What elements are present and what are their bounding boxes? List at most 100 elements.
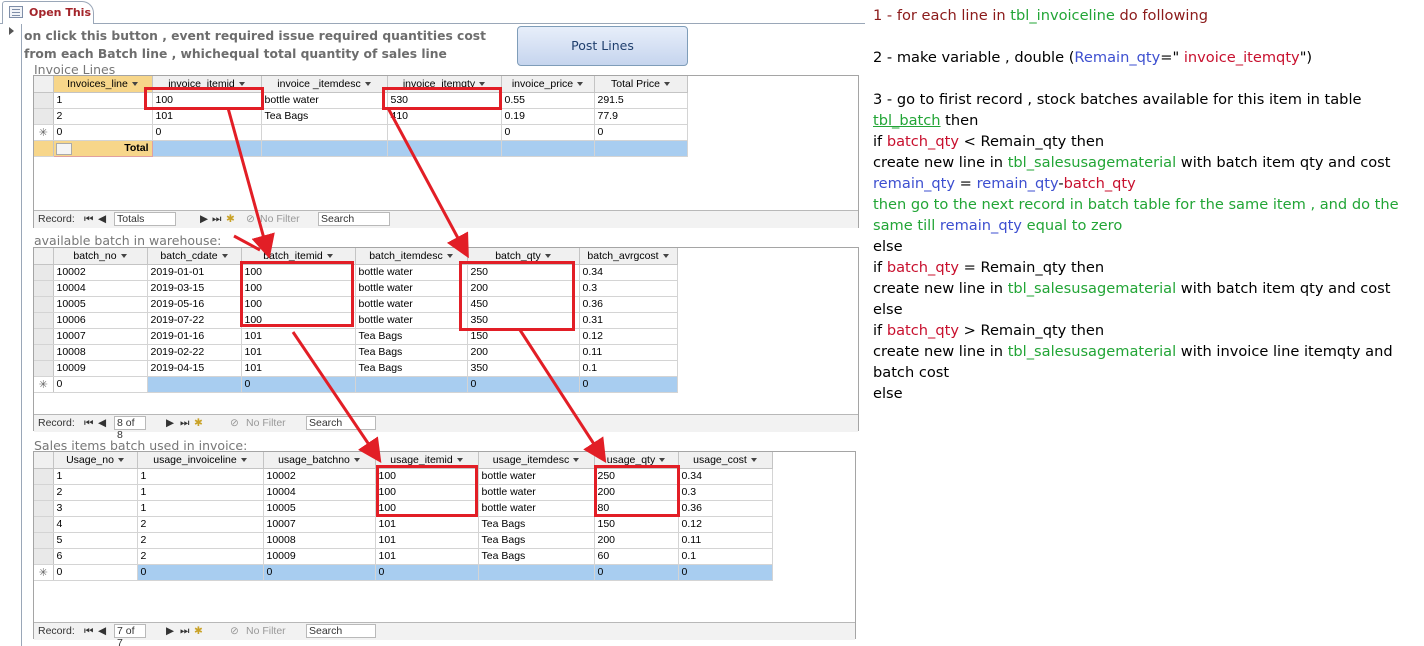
cell[interactable]: 10008 xyxy=(263,532,376,549)
new-record-nav-icon[interactable]: ✱ xyxy=(194,625,203,637)
new-record-nav-icon[interactable]: ✱ xyxy=(194,417,203,429)
cell[interactable]: 0.12 xyxy=(678,516,773,533)
cell[interactable]: 101 xyxy=(375,516,479,533)
cell[interactable]: 101 xyxy=(152,108,262,125)
cell[interactable]: 0.1 xyxy=(579,360,678,377)
table-row[interactable]: 1 100 bottle water 530 0.55 291.5 xyxy=(34,92,688,109)
column-header[interactable]: invoice _itemdesc xyxy=(261,76,388,93)
cell[interactable]: 2 xyxy=(137,548,264,565)
cell[interactable]: 0 xyxy=(678,564,773,581)
cell[interactable]: 1 xyxy=(137,468,264,485)
cell[interactable]: bottle water xyxy=(261,92,388,109)
row-selector[interactable] xyxy=(34,312,54,329)
cell[interactable]: Tea Bags xyxy=(478,532,595,549)
column-header[interactable]: batch_avrgcost xyxy=(579,248,678,265)
cell[interactable]: 2 xyxy=(53,484,138,501)
cell[interactable]: 2019-04-15 xyxy=(147,360,242,377)
cell[interactable]: 350 xyxy=(467,360,580,377)
cell[interactable]: 6 xyxy=(53,548,138,565)
search-input[interactable]: Search xyxy=(318,212,390,226)
cell[interactable]: 0.19 xyxy=(501,108,595,125)
cell[interactable]: Tea Bags xyxy=(478,548,595,565)
cell[interactable]: 0 xyxy=(137,564,264,581)
first-record-icon[interactable]: ⏮ xyxy=(84,213,93,226)
record-position-field[interactable]: 7 of 7 xyxy=(114,624,146,646)
cell[interactable]: bottle water xyxy=(478,468,595,485)
cell[interactable]: Tea Bags xyxy=(355,328,468,345)
column-header[interactable]: invoice_price xyxy=(501,76,595,93)
column-header[interactable]: Usage_no xyxy=(53,452,138,469)
column-header[interactable]: usage_invoiceline xyxy=(137,452,264,469)
record-position-field[interactable]: Totals xyxy=(114,212,176,226)
column-header[interactable]: batch_no xyxy=(53,248,148,265)
cell[interactable]: bottle water xyxy=(355,312,468,329)
cell[interactable]: 410 xyxy=(387,108,502,125)
document-tab-open-this[interactable]: Open This xyxy=(2,1,94,24)
cell[interactable]: 0 xyxy=(467,376,580,393)
next-record-icon[interactable]: ▶ xyxy=(166,625,174,637)
no-filter-label[interactable]: No Filter xyxy=(246,625,286,637)
cell[interactable]: 1 xyxy=(137,500,264,517)
row-selector[interactable] xyxy=(34,516,54,533)
cell[interactable]: 10002 xyxy=(263,468,376,485)
cell[interactable]: 101 xyxy=(375,548,479,565)
cell[interactable]: 3 xyxy=(53,500,138,517)
select-all-cell[interactable] xyxy=(34,76,54,93)
prev-record-icon[interactable]: ◀ xyxy=(98,417,106,429)
row-selector[interactable] xyxy=(34,468,54,485)
table-row[interactable]: 2 101 Tea Bags 410 0.19 77.9 xyxy=(34,108,688,125)
cell[interactable]: 200 xyxy=(594,532,679,549)
no-filter-label[interactable]: No Filter xyxy=(260,213,300,225)
cell[interactable]: 101 xyxy=(241,328,356,345)
cell[interactable]: 0.36 xyxy=(678,500,773,517)
cell[interactable]: 0.34 xyxy=(579,264,678,281)
cell[interactable]: 0 xyxy=(263,564,376,581)
next-record-icon[interactable]: ▶ xyxy=(200,213,208,225)
cell[interactable] xyxy=(355,376,468,393)
cell[interactable]: 101 xyxy=(375,532,479,549)
cell[interactable]: 10004 xyxy=(53,280,148,297)
cell[interactable]: 10005 xyxy=(53,296,148,313)
cell[interactable]: 2019-05-16 xyxy=(147,296,242,313)
cell[interactable]: bottle water xyxy=(355,264,468,281)
cell[interactable]: 0.3 xyxy=(579,280,678,297)
cell[interactable]: 10009 xyxy=(53,360,148,377)
cell[interactable]: 2 xyxy=(137,532,264,549)
cell[interactable]: 10007 xyxy=(263,516,376,533)
cell[interactable]: bottle water xyxy=(355,296,468,313)
cell[interactable]: 0.11 xyxy=(678,532,773,549)
cell[interactable]: 10007 xyxy=(53,328,148,345)
next-record-icon[interactable]: ▶ xyxy=(166,417,174,429)
cell[interactable]: 0 xyxy=(53,124,153,141)
cell[interactable]: 0.3 xyxy=(678,484,773,501)
cell[interactable]: 2019-07-22 xyxy=(147,312,242,329)
cell[interactable]: Tea Bags xyxy=(355,344,468,361)
table-row[interactable]: 6 2 10009 101 Tea Bags 60 0.1 xyxy=(34,548,773,565)
select-all-cell[interactable] xyxy=(34,452,54,469)
row-selector[interactable] xyxy=(34,500,54,517)
row-selector[interactable] xyxy=(34,296,54,313)
row-selector[interactable] xyxy=(34,344,54,361)
cell[interactable]: 0 xyxy=(579,376,678,393)
cell[interactable] xyxy=(261,124,388,141)
prev-record-icon[interactable]: ◀ xyxy=(98,625,106,637)
first-record-icon[interactable]: ⏮ xyxy=(84,625,93,638)
cell[interactable]: 10009 xyxy=(263,548,376,565)
filter-icon[interactable]: ⊘ xyxy=(246,213,255,225)
row-selector[interactable] xyxy=(34,108,54,125)
cell[interactable]: 291.5 xyxy=(594,92,688,109)
row-selector[interactable] xyxy=(34,484,54,501)
no-filter-label[interactable]: No Filter xyxy=(246,417,286,429)
post-lines-button[interactable]: Post Lines xyxy=(517,26,688,66)
cell[interactable]: 10002 xyxy=(53,264,148,281)
cell[interactable]: 10006 xyxy=(53,312,148,329)
cell[interactable]: 150 xyxy=(594,516,679,533)
cell[interactable] xyxy=(147,376,242,393)
table-row[interactable]: 5 2 10008 101 Tea Bags 200 0.11 xyxy=(34,532,773,549)
cell[interactable]: bottle water xyxy=(478,484,595,501)
column-header[interactable]: batch_itemdesc xyxy=(355,248,468,265)
last-record-icon[interactable]: ⏭ xyxy=(212,213,221,226)
cell[interactable]: 2019-02-22 xyxy=(147,344,242,361)
cell[interactable]: Tea Bags xyxy=(261,108,388,125)
cell[interactable] xyxy=(478,564,595,581)
